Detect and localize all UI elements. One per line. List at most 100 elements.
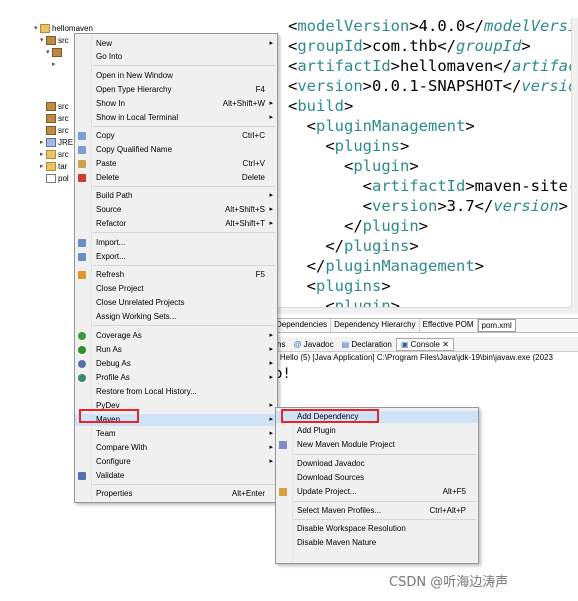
menu-item-disable-maven-nature[interactable]: Disable Maven Nature [276,537,478,549]
menu-item-close-project[interactable]: Close Project [75,283,277,295]
bracket: < [362,197,372,215]
menu-item-copy-qualified-name[interactable]: Copy Qualified Name [75,144,277,156]
explorer-row[interactable]: ▸ JRE [40,136,73,148]
explorer-row[interactable]: src [46,124,69,136]
tab-console[interactable]: ▣ Console ✕ [395,337,454,351]
xml-tag: pluginManagement [325,257,475,275]
xml-editor[interactable]: <modelVersion>4.0.0</modelVersi><groupId… [273,18,578,314]
menu-item-run-as[interactable]: Run As ▸ [75,344,277,356]
bracket: < [288,18,298,35]
folder-icon [46,125,56,135]
menu-item-open-type-hierarchy[interactable]: Open Type Hierarchy F4 [75,84,277,96]
menu-item-label: Download Sources [297,473,365,482]
menu-item-profile-as[interactable]: Profile As ▸ [75,372,277,384]
menu-item-label: Team [96,429,116,438]
code-line: <build> [288,96,353,116]
menu-item-source[interactable]: Source Alt+Shift+S ▸ [75,204,277,216]
submenu-arrow-icon: ▸ [269,332,273,339]
menu-item-shortcut: Alt+Enter [231,489,265,498]
menu-item-close-unrelated-projects[interactable]: Close Unrelated Projects [75,297,277,309]
xml-tag: artifactId [297,57,391,75]
tab-dependency-hierarchy[interactable]: Dependency Hierarchy [331,319,420,332]
menu-item-new-maven-module-project[interactable]: New Maven Module Project [276,439,478,451]
tab-javadoc[interactable]: @ Javadoc [289,339,337,350]
tab-declaration[interactable]: ▤ Declaration [338,339,396,350]
menu-item-copy[interactable]: Copy Ctrl+C [75,130,277,142]
explorer-row-label: pol [58,173,69,183]
menu-item-debug-as[interactable]: Debug As ▸ [75,358,277,370]
bracket: > [409,237,419,255]
menu-item-team[interactable]: Team ▸ [75,428,277,440]
menu-item-go-into[interactable]: Go Into [75,51,277,63]
menu-item-add-plugin[interactable]: Add Plugin [276,425,478,437]
explorer-row[interactable]: src [46,112,69,124]
menu-item-export[interactable]: Export... [75,251,277,263]
menu-item-coverage-as[interactable]: Coverage As ▸ [75,330,277,342]
menu-item-properties[interactable]: Properties Alt+Enter [75,488,277,500]
menu-item-open-in-new-window[interactable]: Open in New Window [75,70,277,82]
menu-item-label: Open Type Hierarchy [96,85,172,94]
javadoc-icon: @ [293,339,304,349]
menu-item-label: Profile As [96,373,130,382]
explorer-row[interactable]: pol [46,172,69,184]
bracket: < [344,157,354,175]
xml-tag: groupId [456,37,522,55]
xml-text: com.thb [372,37,438,55]
menu-item-show-in[interactable]: Show In Alt+Shift+W ▸ [75,98,277,110]
menu-item-label: New [96,39,113,48]
xml-tag: plugins [344,237,410,255]
tab-label: Javadoc [303,339,334,349]
explorer-row[interactable]: ▸ src [40,148,69,160]
menu-item-disable-workspace-resolution[interactable]: Disable Workspace Resolution [276,523,478,535]
menu-item-update-project[interactable]: Update Project... Alt+F5 [276,486,478,498]
menu-item-download-javadoc[interactable]: Download Javadoc [276,458,478,470]
explorer-row[interactable]: ▾ src [40,34,69,46]
menu-item-delete[interactable]: Delete Delete [75,172,277,184]
tab-effective-pom[interactable]: Effective POM [420,319,478,332]
explorer-row[interactable]: src [46,100,69,112]
explorer-row[interactable]: ▸ [52,58,58,70]
bracket: > [418,217,429,235]
menu-item-new[interactable]: New ▸ [75,38,277,50]
copy-qualified-name-icon [78,146,86,154]
submenu-arrow-icon: ▸ [269,360,273,367]
menu-item-restore-from-local-history[interactable]: Restore from Local History... [75,386,277,398]
submenu-arrow-icon: ▸ [269,346,273,353]
menu-item-paste[interactable]: Paste Ctrl+V [75,158,277,170]
bracket: < [325,137,335,155]
menu-item-download-sources[interactable]: Download Sources [276,472,478,484]
close-icon[interactable]: ✕ [440,340,449,349]
menu-item-validate[interactable]: Validate [75,470,277,482]
explorer-row-label: src [58,113,69,123]
menu-item-label: Disable Workspace Resolution [297,524,406,533]
bracket: </ [437,37,457,55]
menu-item-import[interactable]: Import... [75,237,277,249]
xml-tag: build [297,97,345,115]
menu-item-shortcut: Alt+Shift+T [225,219,265,228]
menu-item-assign-working-sets[interactable]: Assign Working Sets... [75,311,277,323]
xml-tag: versio [521,77,578,95]
bracket: < [362,177,372,195]
menu-item-configure[interactable]: Configure ▸ [75,456,277,468]
menu-item-show-in-local-terminal[interactable]: Show in Local Terminal ▸ [75,112,277,124]
xml-text: maven-site- [474,177,578,195]
menu-item-refresh[interactable]: Refresh F5 [75,269,277,281]
submenu-arrow-icon: ▸ [269,458,273,465]
expand-arrow-icon[interactable]: ▸ [52,60,58,68]
explorer-row[interactable]: ▾ [46,46,64,58]
tab-pom-xml[interactable]: pom.xml [477,319,516,332]
menu-item-label: Export... [96,252,126,261]
editor-vertical-scrollbar[interactable] [571,18,578,314]
bracket: > [362,77,373,95]
maven-submenu: Add Dependency Add Plugin New Maven Module… [275,407,479,564]
menu-item-refactor[interactable]: Refactor Alt+Shift+T ▸ [75,218,277,230]
xml-tag: artifactId [372,177,466,195]
explorer-row[interactable]: ▸ tar [40,160,67,172]
menu-item-build-path[interactable]: Build Path ▸ [75,190,277,202]
menu-item-label: Copy [96,131,115,140]
editor-horizontal-scrollbar[interactable] [273,307,572,314]
menu-item-compare-with[interactable]: Compare With ▸ [75,442,277,454]
tab-dependencies[interactable]: Dependencies [273,319,332,332]
menu-item-select-maven-profiles[interactable]: Select Maven Profiles... Ctrl+Alt+P [276,505,478,517]
